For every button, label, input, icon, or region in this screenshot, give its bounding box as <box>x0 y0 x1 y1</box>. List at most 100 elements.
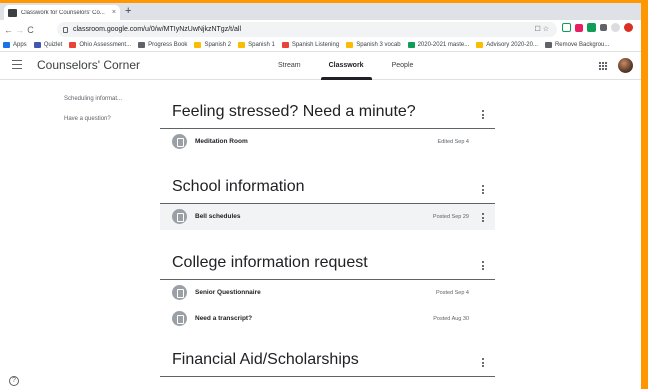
material-icon <box>172 285 187 300</box>
lock-icon <box>63 26 68 33</box>
bookmark-label: Ohio Assessment... <box>79 42 132 48</box>
bookmark-label: Progress Book <box>148 42 188 48</box>
classroom-favicon-icon <box>8 8 17 17</box>
extension-icon[interactable] <box>587 23 596 32</box>
bookmark-label: 2020-2021 maste... <box>417 42 470 48</box>
bookmark-icon <box>194 42 202 48</box>
bookmark-label: Apps <box>13 42 27 48</box>
item-more-options-icon[interactable] <box>482 213 485 222</box>
bookmarks-bar: Apps Quizlet Ohio Assessment... Progress Bo… <box>0 39 641 52</box>
bookmark-icon <box>138 42 146 48</box>
browser-tab[interactable]: Classwork for Counselors' Co... × <box>4 5 120 20</box>
hamburger-menu-icon[interactable] <box>12 60 22 69</box>
tab-people[interactable]: People <box>378 52 428 80</box>
classroom-header: Counselors' Corner Stream Classwork People <box>0 52 641 80</box>
topic-header: Feeling stressed? Need a minute? <box>160 97 495 129</box>
topic-title: College information request <box>172 254 368 271</box>
classroom-tabs: Stream Classwork People <box>264 52 427 80</box>
bookmark-item[interactable]: Remove Backgrou... <box>544 42 610 48</box>
tab-title: Classwork for Counselors' Co... <box>21 9 105 16</box>
topic-more-options-icon[interactable] <box>482 185 485 194</box>
bookmark-item[interactable]: Spanish 3 vocab <box>346 42 401 48</box>
bookmark-item[interactable]: Progress Book <box>138 42 187 48</box>
back-arrow-icon[interactable]: ← <box>3 25 14 35</box>
topic-more-options-icon[interactable] <box>482 261 485 270</box>
bookmark-icon <box>238 42 246 48</box>
item-title: Need a transcript? <box>195 315 253 322</box>
topic-section: College information request Senior Questi… <box>160 248 495 332</box>
list-item[interactable]: Bell schedules Posted Sep 29 <box>160 204 495 230</box>
bookmark-icon <box>476 42 484 48</box>
list-item[interactable]: Senior Questionnaire Posted Sep 4 <box>160 280 495 306</box>
item-title: Bell schedules <box>195 213 241 220</box>
bookmark-item[interactable]: Spanish 1 <box>238 42 275 48</box>
item-date: Posted Sep 29 <box>432 214 469 220</box>
bookmark-item[interactable]: Spanish 2 <box>194 42 231 48</box>
sidebar-topic-link[interactable]: Scheduling informat... <box>64 96 122 102</box>
topic-more-options-icon[interactable] <box>482 110 485 119</box>
bookmark-item[interactable]: Spanish Listening <box>281 42 340 48</box>
apps-grid-icon[interactable] <box>599 62 607 70</box>
forward-arrow-icon[interactable]: → <box>14 25 25 35</box>
address-bar[interactable]: classroom.google.com/u/0/w/MTIyNzUwNjkzN… <box>57 22 557 37</box>
new-tab-button[interactable]: + <box>125 4 131 19</box>
class-name[interactable]: Counselors' Corner <box>37 58 140 72</box>
topic-header: School information <box>160 172 495 204</box>
topic-header: College information request <box>160 248 495 280</box>
bookmark-label: Spanish 2 <box>204 42 232 48</box>
browser-window: Classwork for Counselors' Co... × + ← → … <box>0 3 641 389</box>
sidebar-topic-link[interactable]: Have a question? <box>64 116 122 122</box>
bookmark-star-icon[interactable]: ☐ ☆ <box>535 25 550 33</box>
help-icon[interactable]: ? <box>9 376 19 386</box>
puzzle-icon[interactable] <box>600 24 607 31</box>
bookmark-icon <box>33 42 41 48</box>
item-date: Posted Aug 30 <box>433 316 469 322</box>
profile-icon[interactable] <box>611 23 620 32</box>
bookmark-item[interactable]: Quizlet <box>33 42 63 48</box>
topic-header: Financial Aid/Scholarships <box>160 345 495 377</box>
topic-section: School information Bell schedules Posted S… <box>160 172 495 230</box>
topic-title: Financial Aid/Scholarships <box>172 351 359 368</box>
bookmark-icon <box>346 42 354 48</box>
bookmark-item[interactable]: Apps <box>3 42 27 48</box>
tab-close-icon[interactable]: × <box>112 9 116 16</box>
browser-toolbar: ← → C classroom.google.com/u/0/w/MTIyNzU… <box>0 20 641 39</box>
bookmark-label: Spanish 3 vocab <box>356 42 401 48</box>
bookmark-label: Quizlet <box>43 42 63 48</box>
bookmark-icon <box>544 42 552 48</box>
extension-icon[interactable] <box>575 23 583 32</box>
item-date: Posted Sep 4 <box>435 290 469 296</box>
material-icon <box>172 311 187 326</box>
tab-classwork[interactable]: Classwork <box>315 52 378 80</box>
tab-stream[interactable]: Stream <box>264 52 315 80</box>
extensions-area <box>562 23 633 32</box>
bookmark-icon <box>69 42 77 48</box>
bookmark-label: Remove Backgrou... <box>554 42 610 48</box>
bookmark-label: Spanish Listening <box>291 42 340 48</box>
topic-sidebar: Scheduling informat... Have a question? <box>64 96 122 136</box>
topic-title: Feeling stressed? Need a minute? <box>172 103 416 120</box>
extension-icon[interactable] <box>562 23 571 32</box>
tab-strip: Classwork for Counselors' Co... × + <box>0 3 641 20</box>
reload-icon[interactable]: C <box>25 25 36 35</box>
list-item[interactable]: Meditation Room Edited Sep 4 <box>160 129 495 155</box>
bookmark-item[interactable]: Advisory 2020-20... <box>476 42 538 48</box>
topic-title: School information <box>172 178 305 195</box>
url-text: classroom.google.com/u/0/w/MTIyNzUwNjkzN… <box>73 26 242 33</box>
bookmark-item[interactable]: Ohio Assessment... <box>69 42 131 48</box>
bookmark-label: Advisory 2020-20... <box>486 42 538 48</box>
bookmark-icon <box>407 42 415 48</box>
topic-more-options-icon[interactable] <box>482 358 485 367</box>
menu-icon[interactable] <box>624 23 633 32</box>
item-title: Meditation Room <box>195 138 248 145</box>
material-icon <box>172 134 187 149</box>
avatar[interactable] <box>618 58 633 73</box>
topic-section: Financial Aid/Scholarships <box>160 345 495 377</box>
list-item[interactable]: Need a transcript? Posted Aug 30 <box>160 306 495 332</box>
bookmark-icon <box>3 42 10 48</box>
bookmark-label: Spanish 1 <box>248 42 275 48</box>
bookmark-icon <box>281 42 289 48</box>
item-date: Edited Sep 4 <box>437 139 470 145</box>
material-icon <box>172 209 187 224</box>
bookmark-item[interactable]: 2020-2021 maste... <box>407 42 470 48</box>
